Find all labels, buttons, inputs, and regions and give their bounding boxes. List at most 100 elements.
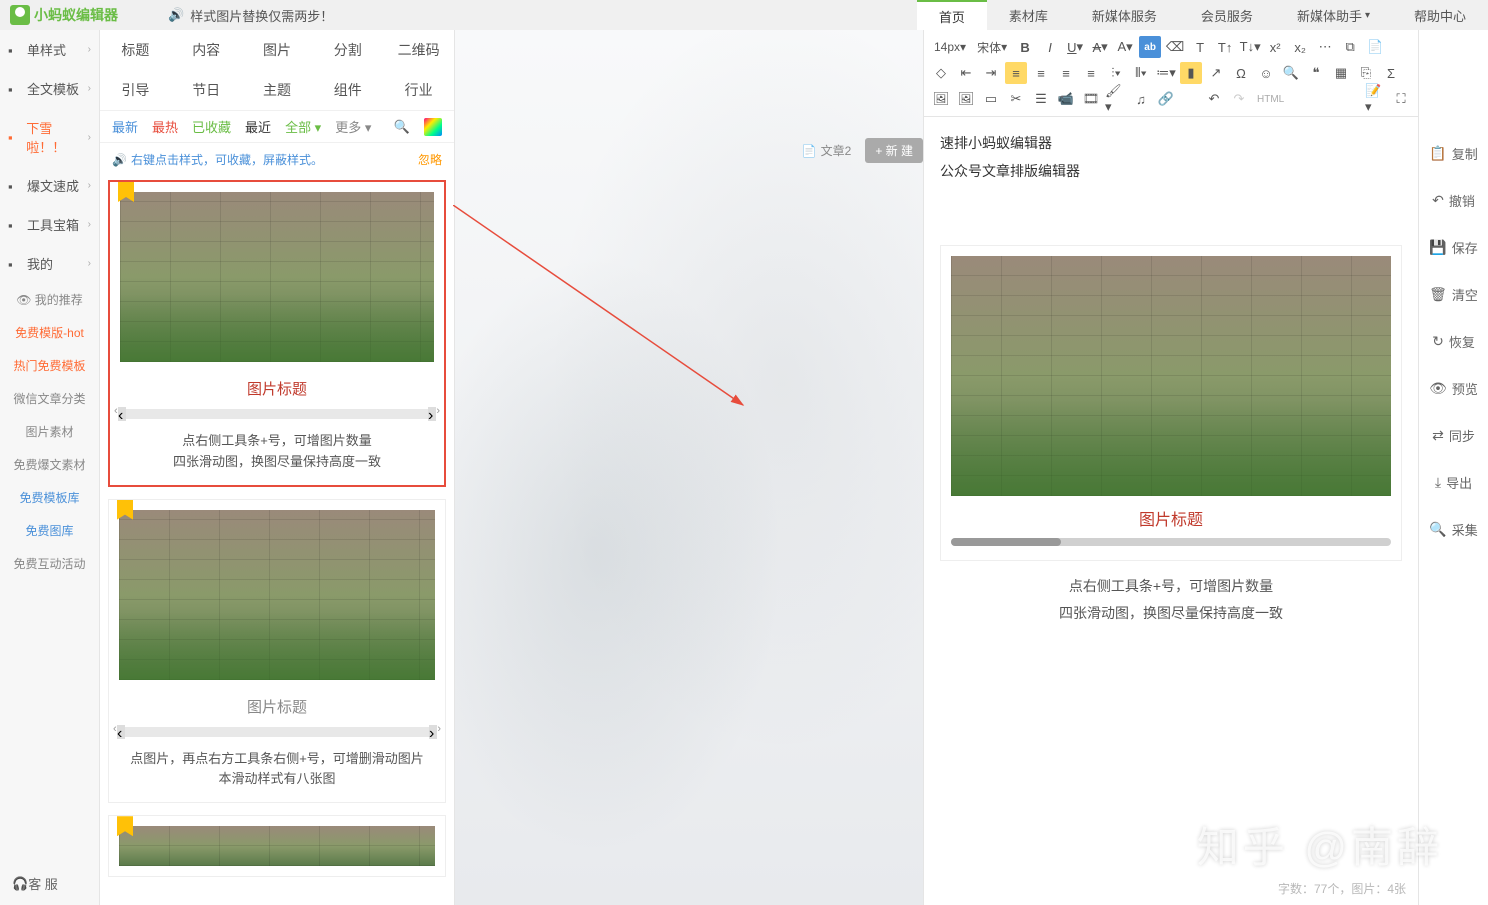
redo-button[interactable]: ↷ (1228, 88, 1250, 110)
undo-button[interactable]: ↶ (1203, 88, 1225, 110)
quote-button[interactable]: ❝ (1305, 62, 1327, 84)
sidebar-item-4[interactable]: ▪工具宝箱› (0, 205, 99, 244)
clear-format-button[interactable]: ◇ (930, 62, 952, 84)
italic-button[interactable]: I (1039, 36, 1061, 58)
table-button[interactable]: ▦ (1330, 62, 1352, 84)
eraser-button[interactable]: ⌫ (1164, 36, 1186, 58)
filter-4[interactable]: 全部 ▾ (285, 117, 321, 136)
top-nav-3[interactable]: 会员服务 (1179, 0, 1275, 30)
category-主题[interactable]: 主题 (242, 70, 313, 110)
emoji-button[interactable]: ☺ (1255, 62, 1277, 84)
sidebar-sub-4[interactable]: 图片素材 (0, 415, 99, 448)
bgcolor-button[interactable]: ab (1139, 36, 1161, 58)
filter-2[interactable]: 已收藏 (192, 117, 231, 136)
category-行业[interactable]: 行业 (383, 70, 454, 110)
action-采集[interactable]: 🔍采集 (1419, 506, 1488, 553)
indent-left-button[interactable]: ⇤ (955, 62, 977, 84)
sidebar-item-3[interactable]: ▪爆文速成› (0, 166, 99, 205)
image-button[interactable]: 🖼 (930, 88, 952, 110)
sidebar-item-5[interactable]: ▪我的› (0, 244, 99, 283)
category-节日[interactable]: 节日 (171, 70, 242, 110)
card-desc[interactable]: 点右侧工具条+号，可增图片数量 四张滑动图，换图尽量保持高度一致 (940, 561, 1402, 638)
style-card-1[interactable]: 图片标题‹›点图片，再点右方工具条右侧+号，可增删滑动图片本滑动样式有八张图 (108, 499, 446, 804)
search-icon[interactable]: 🔍 (394, 119, 410, 135)
sidebar-sub-0[interactable]: 👁 我的推荐 (0, 283, 99, 316)
sidebar-sub-2[interactable]: 热门免费模板 (0, 349, 99, 382)
action-清空[interactable]: 🗑清空 (1419, 271, 1488, 318)
top-nav-5[interactable]: 帮助中心 (1392, 0, 1488, 30)
search-button[interactable]: 🔍 (1280, 62, 1302, 84)
top-nav-4[interactable]: 新媒体助手 ▾ (1275, 0, 1392, 30)
html-button[interactable]: HTML (1253, 94, 1288, 105)
font-family-select[interactable]: 宋体 ▾ (973, 37, 1011, 58)
edit-icon[interactable]: 📝▾ (1365, 88, 1387, 110)
sidebar-sub-5[interactable]: 免费爆文素材 (0, 448, 99, 481)
sup-button[interactable]: x² (1264, 36, 1286, 58)
formula-button[interactable]: Σ (1380, 62, 1402, 84)
sidebar-sub-6[interactable]: 免费模板库 (0, 481, 99, 514)
editor-text-line[interactable]: 公众号文章排版编辑器 (940, 157, 1402, 185)
action-导出[interactable]: ⤓导出 (1419, 459, 1488, 506)
action-恢复[interactable]: ↻恢复 (1419, 318, 1488, 365)
sub-button[interactable]: x₂ (1289, 36, 1311, 58)
font-size-select[interactable]: 14px ▾ (930, 38, 970, 56)
more-button[interactable]: ⋯ (1314, 36, 1336, 58)
sidebar-item-1[interactable]: ▪全文模板› (0, 69, 99, 108)
fontsize-dn-button[interactable]: T↓▾ (1239, 36, 1261, 58)
gallery-button[interactable]: 🖼 (955, 88, 977, 110)
filter-5[interactable]: 更多 ▾ (335, 117, 371, 136)
logo[interactable]: 小蚂蚁编辑器 (0, 5, 128, 25)
audio-button[interactable]: ♫ (1130, 88, 1152, 110)
indent-right-button[interactable]: ⇥ (980, 62, 1002, 84)
text-button[interactable]: T (1189, 36, 1211, 58)
filter-0[interactable]: 最新 (112, 117, 138, 136)
link-button[interactable]: ↗ (1205, 62, 1227, 84)
customer-service[interactable]: 🎧 客 服 (0, 862, 99, 905)
new-doc-button[interactable]: + 新 建 (865, 138, 923, 163)
align-right-button[interactable]: ≡ (1055, 62, 1077, 84)
expand-icon[interactable]: ⛶ (1390, 88, 1412, 110)
video-frame-button[interactable]: ▭ (980, 88, 1002, 110)
lineheight-button[interactable]: ⫶▾ (1105, 62, 1127, 84)
editor-image-card[interactable]: 图片标题 (940, 245, 1402, 561)
action-保存[interactable]: 💾保存 (1419, 224, 1488, 271)
top-nav-2[interactable]: 新媒体服务 (1070, 0, 1179, 30)
action-撤销[interactable]: ↶撤销 (1419, 177, 1488, 224)
sidebar-sub-8[interactable]: 免费互动活动 (0, 547, 99, 580)
list-button[interactable]: ≔▾ (1155, 62, 1177, 84)
category-标题[interactable]: 标题 (100, 30, 171, 70)
action-预览[interactable]: 👁预览 (1419, 365, 1488, 412)
top-nav-0[interactable]: 首页 (917, 0, 987, 30)
gif-button[interactable]: ☰ (1030, 88, 1052, 110)
card-slider[interactable]: ‹› (119, 727, 435, 737)
card-slider[interactable]: ‹› (120, 409, 434, 419)
copy-icon[interactable]: ⧉ (1339, 36, 1361, 58)
align-left-button[interactable]: ≡ (1005, 62, 1027, 84)
category-组件[interactable]: 组件 (312, 70, 383, 110)
filter-1[interactable]: 最热 (152, 117, 178, 136)
card-title[interactable]: 图片标题 (951, 496, 1391, 534)
underline-button[interactable]: U▾ (1064, 36, 1086, 58)
fontsize-up-button[interactable]: T↑ (1214, 36, 1236, 58)
special-button[interactable]: Ω (1230, 62, 1252, 84)
brush-button[interactable]: 🖌▾ (1105, 88, 1127, 110)
filter-3[interactable]: 最近 (245, 117, 271, 136)
sidebar-item-0[interactable]: ▪单样式› (0, 30, 99, 69)
action-同步[interactable]: ⇄同步 (1419, 412, 1488, 459)
code-button[interactable]: ⎘ (1355, 62, 1377, 84)
category-分割[interactable]: 分割 (312, 30, 383, 70)
sidebar-sub-7[interactable]: 免费图库 (0, 514, 99, 547)
fontcolor-button[interactable]: A▾ (1114, 36, 1136, 58)
crop-button[interactable]: ✂ (1005, 88, 1027, 110)
doc-tab[interactable]: 📄 文章2 (794, 138, 860, 163)
editor-body[interactable]: 速排小蚂蚁编辑器 公众号文章排版编辑器 图片标题 点右侧工具条+号，可增图片数量… (924, 117, 1418, 905)
film-button[interactable]: 🎞 (1080, 88, 1102, 110)
spacing-button[interactable]: ⫴▾ (1130, 62, 1152, 84)
action-复制[interactable]: 📋复制 (1419, 130, 1488, 177)
align-center-button[interactable]: ≡ (1030, 62, 1052, 84)
video-button[interactable]: 📹 (1055, 88, 1077, 110)
tip-ignore[interactable]: 忽略 (418, 151, 442, 168)
category-内容[interactable]: 内容 (171, 30, 242, 70)
category-引导[interactable]: 引导 (100, 70, 171, 110)
category-图片[interactable]: 图片 (242, 30, 313, 70)
